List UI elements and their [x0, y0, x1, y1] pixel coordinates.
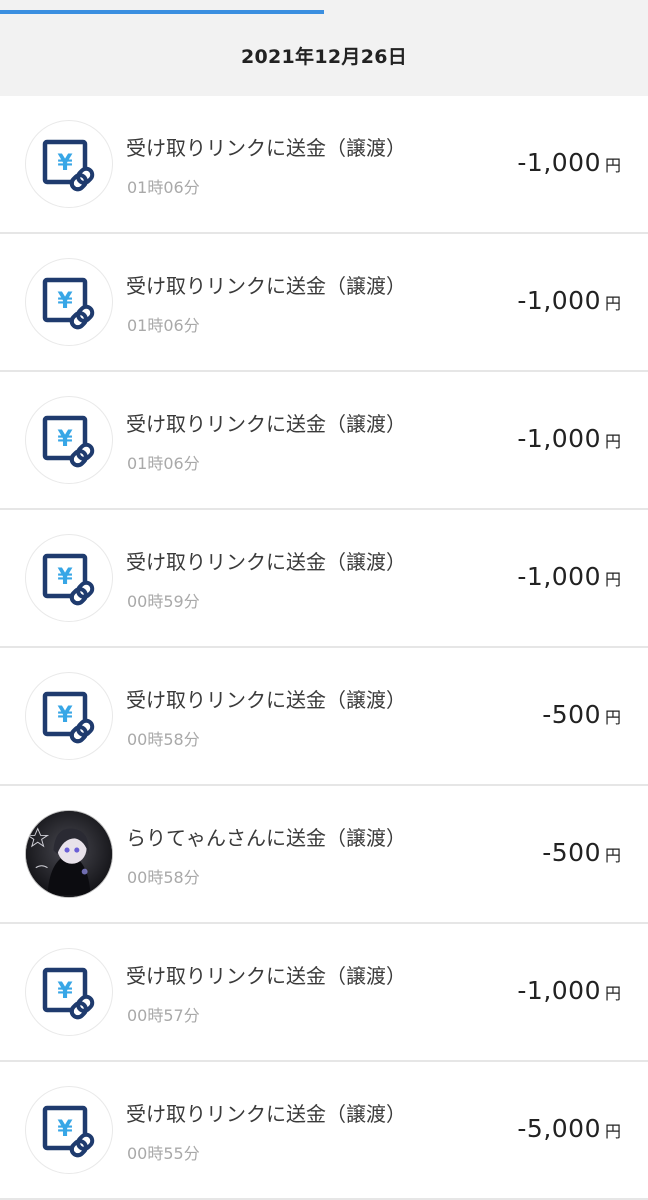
transaction-amount: -500 円	[542, 700, 621, 729]
transaction-title: 受け取りリンクに送金（譲渡）	[126, 274, 406, 298]
transaction-row[interactable]: らりてゃんさんに送金（譲渡） 00時58分 -500 円	[0, 786, 648, 924]
transaction-title: 受け取りリンクに送金（譲渡）	[126, 688, 406, 712]
transaction-amount: -1,000 円	[517, 148, 621, 177]
currency-unit: 円	[604, 570, 621, 589]
transaction-list: ¥ 受け取りリンクに送金（譲渡） 01時06分 -1,000 円 ¥ 受け取りリ…	[0, 96, 648, 1200]
currency-unit: 円	[604, 156, 621, 175]
svg-text:¥: ¥	[57, 427, 73, 452]
transaction-time: 00時58分	[127, 730, 200, 749]
svg-text:¥: ¥	[57, 703, 73, 728]
svg-text:¥: ¥	[57, 1117, 73, 1142]
transaction-row[interactable]: ¥ 受け取りリンクに送金（譲渡） 00時55分 -5,000 円	[0, 1062, 648, 1200]
amount-value: -1,000	[517, 286, 601, 315]
transaction-row[interactable]: ¥ 受け取りリンクに送金（譲渡） 01時06分 -1,000 円	[0, 372, 648, 510]
transaction-time: 00時59分	[127, 592, 200, 611]
user-avatar	[25, 810, 113, 898]
amount-value: -1,000	[517, 148, 601, 177]
transaction-amount: -500 円	[542, 838, 621, 867]
yen-link-icon: ¥	[25, 672, 113, 760]
transaction-time: 01時06分	[127, 316, 200, 335]
amount-value: -500	[542, 838, 601, 867]
currency-unit: 円	[604, 432, 621, 451]
transaction-time: 01時06分	[127, 178, 200, 197]
transaction-time: 01時06分	[127, 454, 200, 473]
yen-link-icon: ¥	[25, 534, 113, 622]
transaction-time: 00時57分	[127, 1006, 200, 1025]
currency-unit: 円	[604, 1122, 621, 1141]
transaction-title: 受け取りリンクに送金（譲渡）	[126, 550, 406, 574]
amount-value: -1,000	[517, 424, 601, 453]
currency-unit: 円	[604, 294, 621, 313]
transaction-amount: -5,000 円	[517, 1114, 621, 1143]
transaction-title: 受け取りリンクに送金（譲渡）	[126, 964, 406, 988]
yen-link-icon: ¥	[25, 1086, 113, 1174]
amount-value: -1,000	[517, 562, 601, 591]
yen-link-icon: ¥	[25, 948, 113, 1036]
transaction-amount: -1,000 円	[517, 562, 621, 591]
amount-value: -5,000	[517, 1114, 601, 1143]
date-label: 2021年12月26日	[240, 45, 408, 68]
transaction-row[interactable]: ¥ 受け取りリンクに送金（譲渡） 01時06分 -1,000 円	[0, 234, 648, 372]
transaction-row[interactable]: ¥ 受け取りリンクに送金（譲渡） 00時59分 -1,000 円	[0, 510, 648, 648]
transaction-title: 受け取りリンクに送金（譲渡）	[126, 136, 406, 160]
transaction-amount: -1,000 円	[517, 286, 621, 315]
transaction-row[interactable]: ¥ 受け取りリンクに送金（譲渡） 00時57分 -1,000 円	[0, 924, 648, 1062]
svg-text:¥: ¥	[57, 979, 73, 1004]
transaction-title: 受け取りリンクに送金（譲渡）	[126, 412, 406, 436]
transaction-title: 受け取りリンクに送金（譲渡）	[126, 1102, 406, 1126]
transaction-row[interactable]: ¥ 受け取りリンクに送金（譲渡） 00時58分 -500 円	[0, 648, 648, 786]
svg-text:¥: ¥	[57, 151, 73, 176]
yen-link-icon: ¥	[25, 120, 113, 208]
transaction-time: 00時55分	[127, 1144, 200, 1163]
amount-value: -1,000	[517, 976, 601, 1005]
date-section-header: 2021年12月26日	[0, 14, 648, 96]
yen-link-icon: ¥	[25, 396, 113, 484]
amount-value: -500	[542, 700, 601, 729]
currency-unit: 円	[604, 846, 621, 865]
currency-unit: 円	[604, 984, 621, 1003]
transaction-title: らりてゃんさんに送金（譲渡）	[126, 826, 406, 850]
transaction-amount: -1,000 円	[517, 976, 621, 1005]
transaction-amount: -1,000 円	[517, 424, 621, 453]
transaction-time: 00時58分	[127, 868, 200, 887]
svg-text:¥: ¥	[57, 289, 73, 314]
yen-link-icon: ¥	[25, 258, 113, 346]
svg-text:¥: ¥	[57, 565, 73, 590]
transaction-row[interactable]: ¥ 受け取りリンクに送金（譲渡） 01時06分 -1,000 円	[0, 96, 648, 234]
currency-unit: 円	[604, 708, 621, 727]
